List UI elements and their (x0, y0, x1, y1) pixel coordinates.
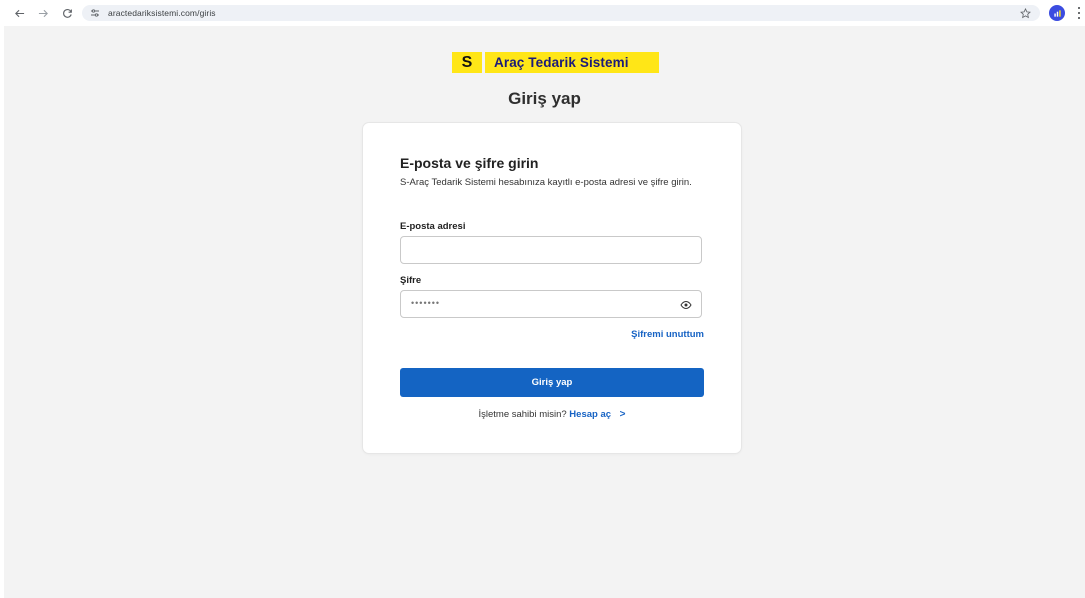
kebab-dot (1078, 16, 1080, 19)
kebab-dot (1078, 11, 1080, 14)
brand-logo: S Araç Tedarik Sistemi (452, 52, 659, 73)
page-title: Giriş yap (508, 89, 581, 108)
forward-button[interactable] (34, 4, 52, 22)
arrow-left-icon (14, 9, 24, 17)
email-field[interactable] (400, 236, 702, 264)
login-heading: E-posta ve şifre girin (400, 155, 539, 171)
signup-row: İşletme sahibi misin? Hesap aç > (363, 409, 741, 420)
star-icon (1019, 7, 1031, 18)
signup-link[interactable]: Hesap aç (569, 409, 611, 420)
page-body: S Araç Tedarik Sistemi Giriş yap E-posta… (4, 26, 1085, 598)
profile-icon (1053, 9, 1061, 17)
reload-button[interactable] (58, 4, 76, 22)
brand-name: Araç Tedarik Sistemi (494, 55, 629, 70)
address-bar[interactable]: aractedariksistemi.com/giris (82, 5, 1040, 21)
kebab-icon (1078, 7, 1080, 10)
bookmark-button[interactable] (1018, 6, 1032, 20)
password-field[interactable]: ••••••• (400, 290, 702, 318)
login-submit-button[interactable]: Giriş yap (400, 368, 704, 397)
login-description: S-Araç Tedarik Sistemi hesabınıza kayıtl… (400, 177, 692, 188)
login-card: E-posta ve şifre girin S-Araç Tedarik Si… (363, 123, 741, 453)
browser-toolbar: aractedariksistemi.com/giris (0, 0, 1085, 26)
arrow-right-icon (38, 9, 48, 17)
forgot-password-link[interactable]: Şifremi unuttum (631, 329, 704, 340)
password-value: ••••••• (411, 298, 441, 308)
eye-icon[interactable] (680, 299, 692, 311)
brand-badge: S (452, 52, 485, 73)
signup-prompt: İşletme sahibi misin? (478, 409, 567, 420)
email-label: E-posta adresi (400, 221, 466, 232)
tune-icon[interactable] (90, 7, 102, 19)
browser-menu-button[interactable] (1076, 6, 1082, 20)
profile-avatar[interactable] (1049, 5, 1065, 21)
reload-icon (62, 8, 72, 18)
back-button[interactable] (10, 4, 28, 22)
password-label: Şifre (400, 275, 422, 286)
url-text[interactable]: aractedariksistemi.com/giris (108, 8, 216, 18)
chevron-right-icon[interactable]: > (620, 409, 626, 420)
